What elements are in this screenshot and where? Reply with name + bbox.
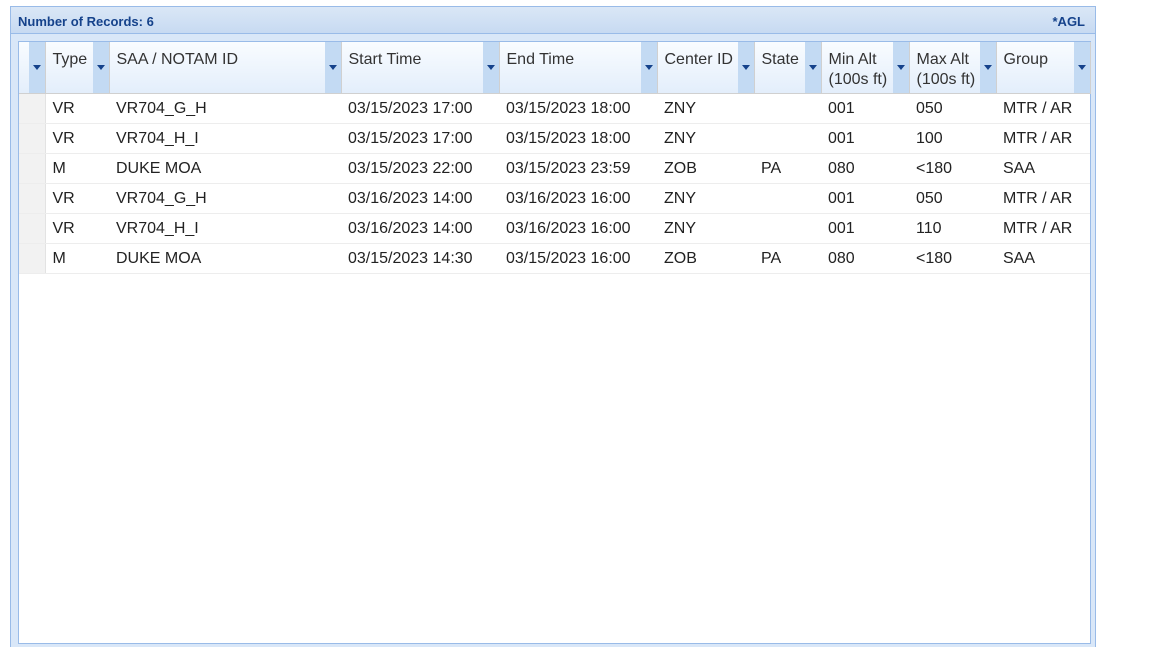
column-header-state[interactable]: State	[754, 42, 822, 94]
cell-end-time: 03/15/2023 18:00	[499, 93, 657, 124]
cell-center-id: ZNY	[657, 93, 754, 124]
cell-max-alt: 110	[909, 213, 996, 244]
cell-state	[754, 213, 821, 244]
cell-end-time: 03/16/2023 16:00	[499, 183, 657, 214]
cell-type: VR	[45, 93, 109, 124]
chevron-down-icon[interactable]	[640, 42, 657, 93]
cell-group: MTR / AR	[996, 213, 1090, 244]
table-row[interactable]: M DUKE MOA 03/15/2023 14:30 03/15/2023 16:0…	[19, 243, 1090, 274]
chevron-down-icon[interactable]	[482, 42, 499, 93]
cell-min-alt: 080	[821, 153, 909, 184]
cell-end-time: 03/15/2023 18:00	[499, 123, 657, 154]
cell-min-alt: 001	[821, 183, 909, 214]
cell-max-alt: 100	[909, 123, 996, 154]
cell-group: SAA	[996, 243, 1090, 274]
header-row: Type SAA / NOTAM ID Start Time End Time …	[19, 42, 1091, 94]
cell-saa-notam-id: DUKE MOA	[109, 243, 341, 274]
cell-state	[754, 123, 821, 154]
records-table: Type SAA / NOTAM ID Start Time End Time …	[19, 42, 1091, 274]
cell-saa-notam-id: VR704_G_H	[109, 93, 341, 124]
column-header-start-time[interactable]: Start Time	[341, 42, 500, 94]
cell-center-id: ZOB	[657, 243, 754, 274]
cell-state: PA	[754, 243, 821, 274]
records-grid: Type SAA / NOTAM ID Start Time End Time …	[18, 41, 1091, 644]
chevron-down-icon[interactable]	[324, 42, 341, 93]
table-row[interactable]: M DUKE MOA 03/15/2023 22:00 03/15/2023 23:5…	[19, 153, 1090, 184]
column-header-end-time[interactable]: End Time	[499, 42, 658, 94]
cell-group: MTR / AR	[996, 183, 1090, 214]
cell-state	[754, 183, 821, 214]
row-selector[interactable]	[19, 153, 46, 184]
row-selector[interactable]	[19, 93, 46, 124]
table-row[interactable]: VR VR704_H_I 03/15/2023 17:00 03/15/2023 18…	[19, 123, 1090, 154]
cell-saa-notam-id: VR704_H_I	[109, 213, 341, 244]
cell-end-time: 03/15/2023 23:59	[499, 153, 657, 184]
cell-start-time: 03/15/2023 14:30	[341, 243, 499, 274]
column-header-group[interactable]: Group	[996, 42, 1091, 94]
cell-end-time: 03/16/2023 16:00	[499, 213, 657, 244]
cell-saa-notam-id: VR704_H_I	[109, 123, 341, 154]
column-header-saa-notam-id[interactable]: SAA / NOTAM ID	[109, 42, 342, 94]
cell-max-alt: 050	[909, 183, 996, 214]
cell-start-time: 03/15/2023 17:00	[341, 93, 499, 124]
cell-center-id: ZNY	[657, 213, 754, 244]
chevron-down-icon[interactable]	[737, 42, 754, 93]
cell-type: VR	[45, 213, 109, 244]
cell-center-id: ZNY	[657, 183, 754, 214]
cell-center-id: ZOB	[657, 153, 754, 184]
cell-min-alt: 080	[821, 243, 909, 274]
cell-min-alt: 001	[821, 213, 909, 244]
row-selector-header[interactable]	[19, 42, 46, 94]
cell-start-time: 03/15/2023 17:00	[341, 123, 499, 154]
row-selector[interactable]	[19, 213, 46, 244]
cell-center-id: ZNY	[657, 123, 754, 154]
chevron-down-icon[interactable]	[892, 42, 909, 93]
table-row[interactable]: VR VR704_H_I 03/16/2023 14:00 03/16/2023 16…	[19, 213, 1090, 244]
cell-type: VR	[45, 123, 109, 154]
chevron-down-icon[interactable]	[979, 42, 996, 93]
min-alt-line-1: Min Alt	[828, 51, 877, 68]
cell-state: PA	[754, 153, 821, 184]
cell-min-alt: 001	[821, 123, 909, 154]
cell-type: VR	[45, 183, 109, 214]
cell-type: M	[45, 243, 109, 274]
column-header-type[interactable]: Type	[45, 42, 110, 94]
cell-end-time: 03/15/2023 16:00	[499, 243, 657, 274]
cell-start-time: 03/15/2023 22:00	[341, 153, 499, 184]
row-selector[interactable]	[19, 123, 46, 154]
cell-min-alt: 001	[821, 93, 909, 124]
cell-saa-notam-id: VR704_G_H	[109, 183, 341, 214]
chevron-down-icon[interactable]	[804, 42, 821, 93]
cell-max-alt: <180	[909, 153, 996, 184]
cell-type: M	[45, 153, 109, 184]
chevron-down-icon[interactable]	[92, 42, 109, 93]
panel-header: Number of Records: 6 *AGL	[11, 7, 1095, 34]
record-count: Number of Records: 6	[18, 14, 154, 29]
cell-max-alt: 050	[909, 93, 996, 124]
agl-note: *AGL	[1052, 14, 1086, 29]
max-alt-line-1: Max Alt	[916, 51, 969, 68]
row-selector[interactable]	[19, 183, 46, 214]
cell-group: SAA	[996, 153, 1090, 184]
cell-start-time: 03/16/2023 14:00	[341, 213, 499, 244]
min-alt-line-2: (100s ft)	[828, 71, 888, 88]
column-header-min-alt[interactable]: Min Alt (100s ft)	[821, 42, 910, 94]
cell-max-alt: <180	[909, 243, 996, 274]
column-header-center-id[interactable]: Center ID	[657, 42, 755, 94]
cell-group: MTR / AR	[996, 123, 1090, 154]
chevron-down-icon[interactable]	[1073, 42, 1090, 93]
chevron-down-icon[interactable]	[29, 42, 45, 93]
max-alt-line-2: (100s ft)	[916, 71, 976, 88]
table-row[interactable]: VR VR704_G_H 03/15/2023 17:00 03/15/2023 18…	[19, 93, 1090, 124]
cell-group: MTR / AR	[996, 93, 1090, 124]
column-header-max-alt[interactable]: Max Alt (100s ft)	[909, 42, 997, 94]
table-row[interactable]: VR VR704_G_H 03/16/2023 14:00 03/16/2023 16…	[19, 183, 1090, 214]
row-selector[interactable]	[19, 243, 46, 274]
cell-saa-notam-id: DUKE MOA	[109, 153, 341, 184]
cell-state	[754, 93, 821, 124]
records-panel: Number of Records: 6 *AGL Type SAA / NOT…	[10, 6, 1096, 647]
cell-start-time: 03/16/2023 14:00	[341, 183, 499, 214]
